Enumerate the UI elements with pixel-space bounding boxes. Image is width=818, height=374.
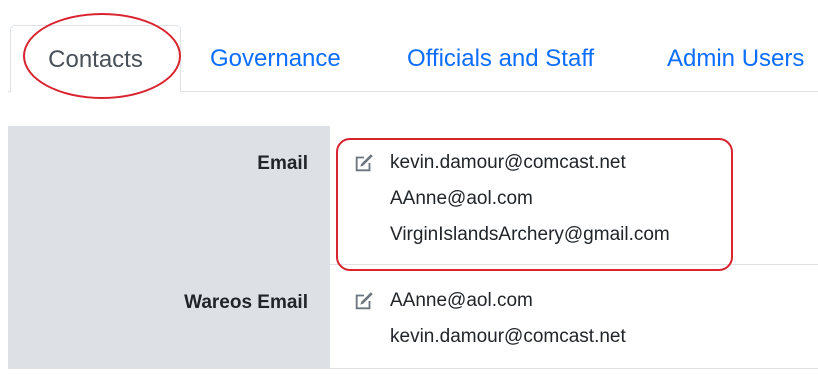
contacts-table: Email kevin.damour@comcast.net AAnne@aol… <box>8 126 818 374</box>
table-row-wareos-email: Wareos Email AAnne@aol.com kevin.damour@… <box>8 265 818 369</box>
edit-icon[interactable] <box>353 152 375 174</box>
edit-icon[interactable] <box>353 290 375 312</box>
table-row-email: Email kevin.damour@comcast.net AAnne@aol… <box>8 126 818 265</box>
wareos-email-values: AAnne@aol.com kevin.damour@comcast.net <box>330 265 818 368</box>
wareos-email-value: AAnne@aol.com <box>390 290 533 311</box>
email-value: VirginIslandsArchery@gmail.com <box>390 224 670 245</box>
email-value: AAnne@aol.com <box>390 188 533 209</box>
email-values: kevin.damour@comcast.net AAnne@aol.com V… <box>330 126 818 264</box>
tab-bar: Contacts Governance Officials and Staff … <box>8 0 818 93</box>
email-label: Email <box>8 126 330 264</box>
wareos-email-value: kevin.damour@comcast.net <box>390 326 626 347</box>
wareos-email-label: Wareos Email <box>8 265 330 368</box>
email-value: kevin.damour@comcast.net <box>390 152 626 173</box>
tab-governance[interactable]: Governance <box>210 25 341 92</box>
tab-contacts[interactable]: Contacts <box>10 25 181 93</box>
tab-admin-users[interactable]: Admin Users <box>667 25 804 92</box>
tab-officials-and-staff[interactable]: Officials and Staff <box>407 25 594 92</box>
